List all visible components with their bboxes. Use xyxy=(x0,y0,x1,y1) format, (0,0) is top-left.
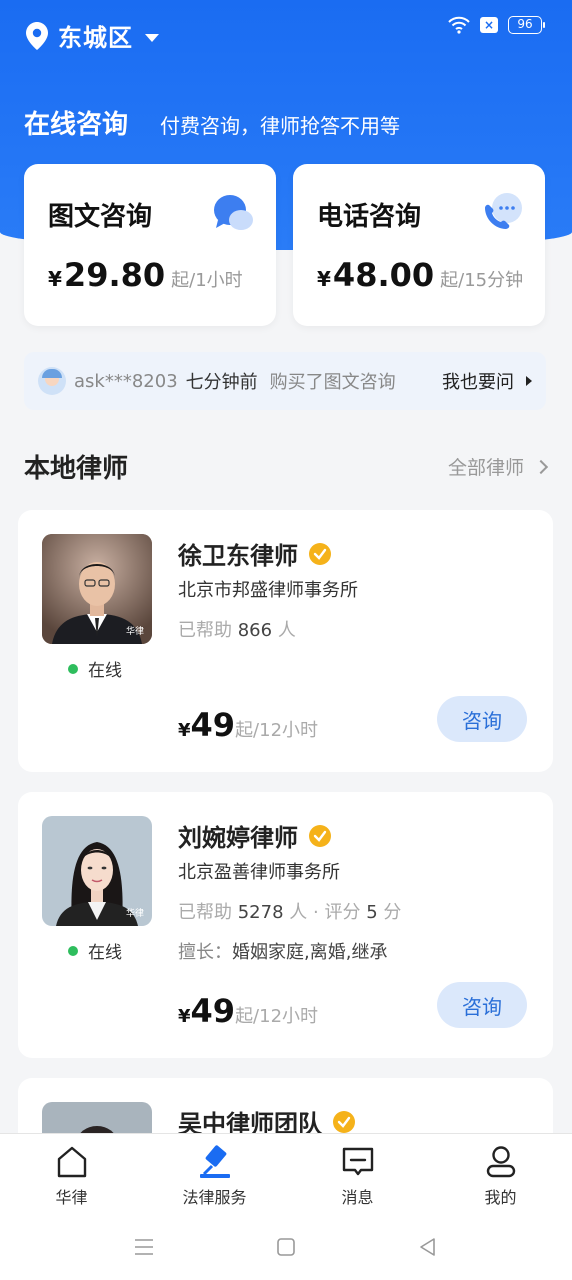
rating-value: 5 xyxy=(366,902,378,923)
lawyer-name: 徐卫东律师 xyxy=(178,536,332,571)
price-unit: 起/12小时 xyxy=(235,1006,319,1027)
helped-count: 5278 xyxy=(237,902,284,923)
sim-off-icon: × xyxy=(480,17,498,33)
status-label: 在线 xyxy=(88,661,122,681)
lawyer-name: 刘婉婷律师 xyxy=(178,818,332,853)
tab-label: 消息 xyxy=(341,1188,374,1207)
chevron-right-icon xyxy=(533,459,549,474)
lawyer-specialty: 擅长：婚姻家庭,离婚,继承 xyxy=(178,938,387,964)
location-selector[interactable]: 东城区 xyxy=(24,18,159,53)
price-amount: 48.00 xyxy=(332,256,435,294)
online-status: 在线 xyxy=(68,938,122,963)
specialty-label: 擅长： xyxy=(178,942,232,963)
svg-text:华律: 华律 xyxy=(126,907,144,919)
wifi-icon xyxy=(448,16,470,34)
message-icon xyxy=(342,1147,373,1176)
phone-icon xyxy=(485,193,522,229)
ask-too-link[interactable]: 我也要问 xyxy=(442,368,532,394)
ticker-user: ask***8203 xyxy=(74,370,178,392)
consult-title: 电话咨询 xyxy=(317,202,422,232)
lawyer-card[interactable]: 华律 在线 徐卫东律师 北京市邦盛律师事务所 已帮助 866 人 ¥ 49 起/… xyxy=(18,510,553,772)
status-bar: 东城区 × 96 xyxy=(0,0,572,60)
svg-text:华律: 华律 xyxy=(126,625,144,637)
chat-bubble-icon xyxy=(214,195,253,230)
currency-symbol: ¥ xyxy=(48,267,62,291)
consult-button[interactable]: 咨询 xyxy=(437,696,527,742)
verified-badge-icon xyxy=(333,1110,355,1133)
location-pin-icon xyxy=(26,21,48,50)
all-lawyers-link[interactable]: 全部律师 xyxy=(447,453,549,480)
hero-title: 在线咨询 xyxy=(24,110,129,140)
lawyer-name-text: 刘婉婷律师 xyxy=(178,824,298,852)
system-icons: × 96 xyxy=(448,16,545,34)
battery-icon: 96 xyxy=(508,16,545,34)
price-unit: 起/12小时 xyxy=(235,720,319,741)
online-dot-icon xyxy=(68,663,78,674)
lawyer-price: ¥ 49 起/12小时 xyxy=(178,706,318,744)
user-avatar xyxy=(38,367,66,395)
tab-label: 华律 xyxy=(55,1188,88,1207)
home-square-icon[interactable] xyxy=(275,1236,297,1258)
section-title: 本地律师 xyxy=(24,454,129,484)
consult-price: ¥ 48.00 起/15分钟 xyxy=(317,256,523,294)
lawyer-photo: 华律 xyxy=(42,534,152,644)
all-lawyers-label: 全部律师 xyxy=(447,457,524,479)
user-icon xyxy=(486,1146,515,1178)
price-unit: 起/1小时 xyxy=(171,270,243,291)
gavel-icon xyxy=(199,1145,230,1178)
ticker-time: 七分钟前 xyxy=(185,372,258,393)
helped-label: 已帮助 xyxy=(178,902,232,923)
online-dot-icon xyxy=(68,945,78,956)
consult-price: ¥ 29.80 起/1小时 xyxy=(48,256,243,294)
verified-badge-icon xyxy=(309,824,331,847)
law-firm: 北京盈善律师事务所 xyxy=(178,862,340,883)
text-consult-card[interactable]: 图文咨询 ¥ 29.80 起/1小时 xyxy=(24,164,276,326)
status-label: 在线 xyxy=(88,943,122,963)
lawyer-price: ¥ 49 起/12小时 xyxy=(178,992,318,1030)
price-amount: 49 xyxy=(190,992,236,1030)
tab-legal-services[interactable]: 法律服务 xyxy=(143,1134,286,1213)
triangle-right-icon xyxy=(526,376,532,386)
law-firm: 北京市邦盛律师事务所 xyxy=(178,580,358,601)
menu-icon[interactable] xyxy=(133,1236,155,1258)
helped-count: 866 xyxy=(237,620,273,641)
price-unit: 起/15分钟 xyxy=(440,270,524,291)
tab-profile[interactable]: 我的 xyxy=(429,1134,572,1213)
specialty-value: 婚姻家庭,离婚,继承 xyxy=(232,942,388,963)
verified-badge-icon xyxy=(309,542,331,565)
tab-messages[interactable]: 消息 xyxy=(286,1134,429,1213)
lawyer-name-text: 徐卫东律师 xyxy=(178,542,298,570)
system-nav-bar xyxy=(0,1213,572,1280)
helped-unit: 人 · 评分 xyxy=(289,902,361,923)
price-amount: 29.80 xyxy=(63,256,166,294)
tab-home[interactable]: 华律 xyxy=(0,1134,143,1213)
lawyer-card[interactable]: 华律 在线 刘婉婷律师 北京盈善律师事务所 已帮助 5278 人 · 评分 5 … xyxy=(18,792,553,1058)
lawyer-photo: 华律 xyxy=(42,816,152,926)
consult-button[interactable]: 咨询 xyxy=(437,982,527,1028)
currency-symbol: ¥ xyxy=(178,1006,191,1027)
hero-subtitle: 付费咨询，律师抢答不用等 xyxy=(160,114,400,138)
lawyer-stats: 已帮助 5278 人 · 评分 5 分 xyxy=(178,898,401,924)
online-status: 在线 xyxy=(68,656,122,681)
bottom-tab-bar: 华律 法律服务 消息 我的 xyxy=(0,1133,572,1213)
home-icon xyxy=(57,1146,86,1178)
currency-symbol: ¥ xyxy=(178,720,191,741)
location-text: 东城区 xyxy=(58,24,133,52)
purchase-ticker[interactable]: ask***8203 七分钟前 购买了图文咨询 我也要问 xyxy=(24,352,546,410)
back-icon[interactable] xyxy=(417,1236,439,1258)
tab-label: 我的 xyxy=(484,1188,517,1207)
consult-title: 图文咨询 xyxy=(48,202,153,232)
helped-unit: 人 xyxy=(277,620,296,641)
caret-down-icon xyxy=(145,33,159,42)
lawyer-stats: 已帮助 866 人 xyxy=(178,616,296,642)
currency-symbol: ¥ xyxy=(317,267,331,291)
helped-label: 已帮助 xyxy=(178,620,232,641)
ask-too-label: 我也要问 xyxy=(442,372,514,393)
price-amount: 49 xyxy=(190,706,236,744)
rating-unit: 分 xyxy=(383,902,402,923)
tab-label: 法律服务 xyxy=(182,1188,247,1207)
ticker-action: 购买了图文咨询 xyxy=(269,372,396,393)
local-lawyers-header: 本地律师 全部律师 xyxy=(24,448,549,485)
phone-consult-card[interactable]: 电话咨询 ¥ 48.00 起/15分钟 xyxy=(293,164,545,326)
